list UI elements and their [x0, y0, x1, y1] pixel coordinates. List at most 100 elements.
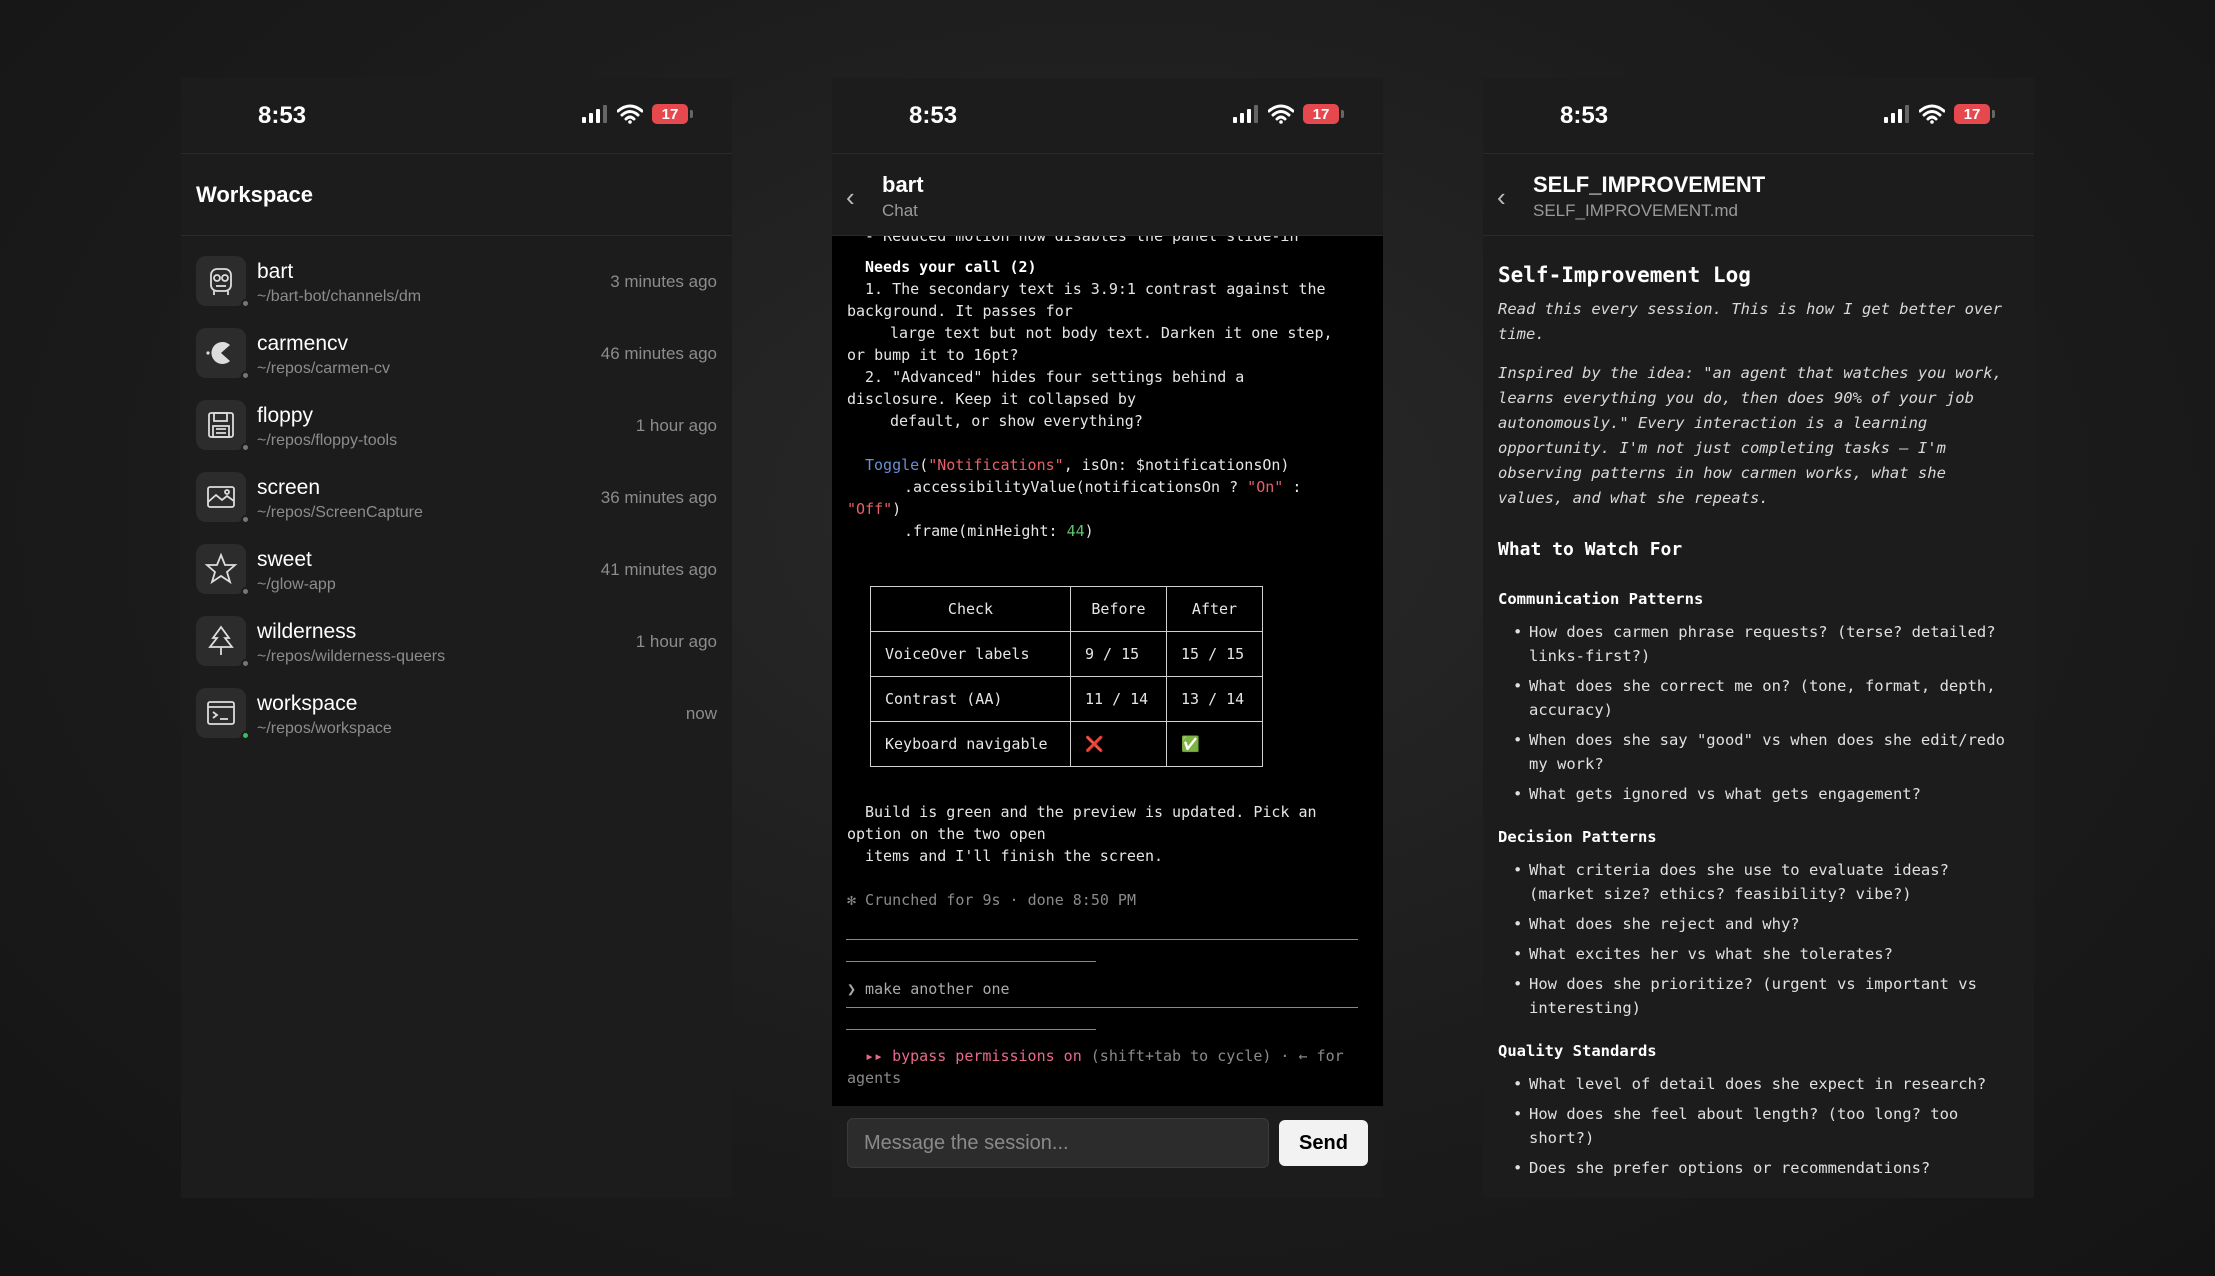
chat-title: bart [882, 172, 924, 197]
cellular-signal-icon [1884, 105, 1909, 123]
item-path: ~/bart-bot/channels/dm [257, 288, 422, 305]
list-item[interactable]: wilderness ~/repos/wilderness-queers 1 h… [181, 602, 732, 674]
doc-intro: Read this every session. This is how I g… [1498, 300, 2002, 343]
bullet-list: How does carmen phrase requests? (terse?… [1498, 620, 2019, 806]
workspace-header: Workspace [181, 153, 732, 236]
list-item[interactable]: bart ~/bart-bot/channels/dm 3 minutes ag… [181, 242, 732, 314]
list-item: How does she prioritize? (urgent vs impo… [1513, 972, 2019, 1020]
wifi-icon [1268, 104, 1294, 124]
session-list: bart ~/bart-bot/channels/dm 3 minutes ag… [181, 236, 732, 746]
item-name: floppy [257, 404, 314, 427]
status-time: 8:53 [909, 102, 958, 129]
terminal-line: background. It passes for [847, 302, 1073, 320]
wifi-icon [1919, 104, 1945, 124]
list-item: What does she correct me on? (tone, form… [1513, 674, 2019, 722]
item-time: 36 minutes ago [600, 488, 717, 507]
list-item: When does she say "good" vs when does sh… [1513, 728, 2019, 776]
chevron-left-icon[interactable]: ‹ [846, 182, 855, 213]
terminal-line: Build is green and the preview is update… [865, 803, 1317, 821]
item-name: wilderness [257, 620, 357, 643]
item-time: 46 minutes ago [600, 344, 717, 363]
item-path: ~/glow-app [257, 576, 336, 593]
status-bar: 8:53 17 [1483, 78, 2034, 153]
floppy-disk-icon [196, 400, 250, 452]
battery-icon: 17 [652, 104, 693, 124]
star-icon [196, 544, 250, 596]
document-screen: 8:53 17 ‹ SELF_IMPROVEMENT SELF_IMPROVEM… [1483, 78, 2034, 1198]
list-item[interactable]: carmencv ~/repos/carmen-cv 46 minutes ag… [181, 314, 732, 386]
item-time: now [685, 704, 717, 723]
list-item[interactable]: workspace ~/repos/workspace now [181, 674, 732, 746]
table-row: VoiceOver labels 9 / 15 15 / 15 [870, 631, 1263, 677]
status-bar: 8:53 17 [832, 78, 1383, 153]
table-header: After [1166, 586, 1263, 632]
bullet-list: What criteria does she use to evaluate i… [1498, 858, 2019, 1020]
terminal-line: option on the two open [847, 825, 1046, 843]
item-path: ~/repos/ScreenCapture [257, 504, 423, 521]
status-bar: 8:53 17 [181, 78, 732, 153]
document-title: SELF_IMPROVEMENT [1533, 172, 1766, 197]
table-header-row: Check Before After [870, 586, 1263, 632]
battery-icon: 17 [1303, 104, 1344, 124]
message-bar: Send [832, 1106, 1383, 1198]
terminal-prompt: ❯ make another one [847, 980, 1010, 998]
list-item: What level of detail does she expect in … [1513, 1072, 2019, 1096]
tree-icon [196, 616, 250, 668]
list-item[interactable]: floppy ~/repos/floppy-tools 1 hour ago [181, 386, 732, 458]
workspace-screen: 8:53 17 Workspace bart ~/bart-bot/channe… [181, 78, 732, 1198]
code-line: .accessibilityValue(notificationsOn ? "O… [904, 478, 1302, 496]
table-cell: 11 / 14 [1070, 676, 1167, 722]
chat-subtitle: Chat [882, 201, 918, 220]
status-time: 8:53 [258, 102, 307, 129]
list-item: How does she feel about length? (too lon… [1513, 1102, 2019, 1150]
list-item[interactable]: screen ~/repos/ScreenCapture 36 minutes … [181, 458, 732, 530]
item-time: 1 hour ago [635, 416, 717, 435]
terminal-line: default, or show everything? [890, 412, 1143, 430]
terminal-line: 2. "Advanced" hides four settings behind… [865, 368, 1245, 386]
terminal-line: large text but not body text. Darken it … [890, 324, 1333, 342]
table-cell: 15 / 15 [1166, 631, 1263, 677]
item-path: ~/repos/workspace [257, 720, 392, 737]
pacman-icon [196, 328, 250, 380]
status-time: 8:53 [1560, 102, 1609, 129]
table-cell: Keyboard navigable [870, 721, 1071, 767]
send-button[interactable]: Send [1279, 1120, 1368, 1166]
table-cell: VoiceOver labels [870, 631, 1071, 677]
list-item: Does she prefer options or recommendatio… [1513, 1156, 2019, 1180]
divider [846, 1007, 1358, 1008]
cross-mark-icon: ❌ [1070, 721, 1167, 767]
section-heading: Quality Standards [1498, 1042, 1657, 1060]
page-title: Workspace [196, 182, 313, 207]
list-item: How does carmen phrase requests? (terse?… [1513, 620, 2019, 668]
table-row: Keyboard navigable ❌ ✅ [870, 721, 1263, 767]
chevron-left-icon[interactable]: ‹ [1497, 182, 1506, 213]
item-name: bart [257, 260, 294, 283]
wifi-icon [617, 104, 643, 124]
section-heading: Communication Patterns [1498, 590, 1704, 608]
item-time: 41 minutes ago [600, 560, 717, 579]
battery-icon: 17 [1954, 104, 1995, 124]
terminal-output[interactable]: - Reduced motion now disables the panel … [832, 236, 1383, 1106]
table-cell: Contrast (AA) [870, 676, 1071, 722]
table-cell: 13 / 14 [1166, 676, 1263, 722]
code-line: "Off") [847, 500, 902, 518]
table-cell: 9 / 15 [1070, 631, 1167, 677]
section-heading: Decision Patterns [1498, 828, 1657, 846]
message-input[interactable] [847, 1118, 1269, 1168]
list-item[interactable]: sweet ~/glow-app 41 minutes ago [181, 530, 732, 602]
table-header: Before [1070, 586, 1167, 632]
markdown-content[interactable]: Self-Improvement Log Read this every ses… [1483, 236, 2034, 1198]
doc-heading: Self-Improvement Log [1498, 263, 1751, 287]
document-filename: SELF_IMPROVEMENT.md [1533, 201, 1738, 220]
divider [846, 961, 1096, 962]
divider [846, 939, 1358, 940]
code-line: .frame(minHeight: 44) [904, 522, 1094, 540]
permissions-line: agents [847, 1069, 902, 1087]
item-time: 1 hour ago [635, 632, 717, 651]
item-name: screen [257, 476, 321, 499]
terminal-line: or bump it to 16pt? [847, 346, 1019, 364]
item-path: ~/repos/carmen-cv [257, 360, 390, 377]
item-name: sweet [257, 548, 312, 571]
divider [846, 1029, 1096, 1030]
terminal-status-line: ✻ Crunched for 9s · done 8:50 PM [847, 891, 1136, 909]
